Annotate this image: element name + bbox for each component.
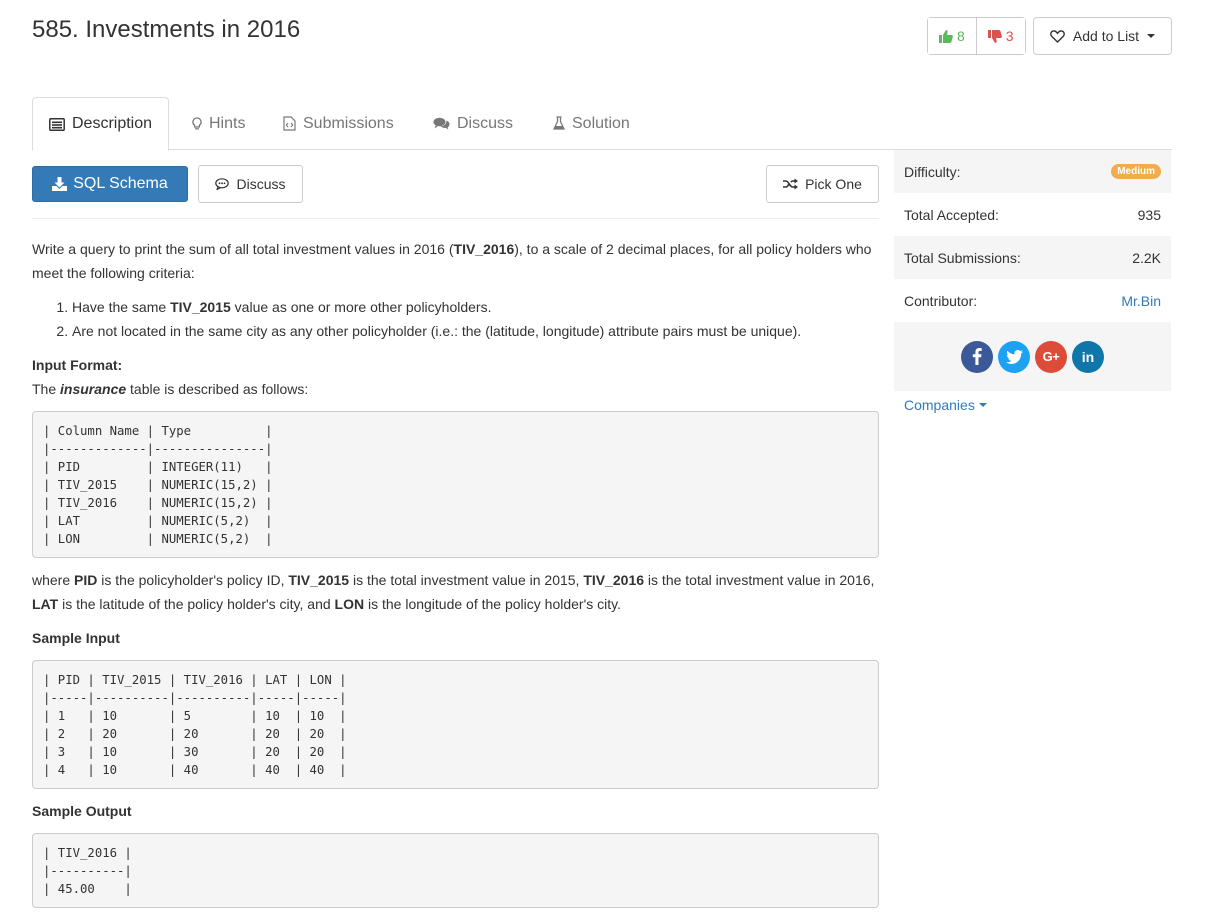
table-desc-text: table is described as follows:: [126, 381, 309, 397]
like-count: 8: [957, 28, 965, 44]
like-button[interactable]: 8: [928, 18, 976, 54]
dislike-button[interactable]: 3: [975, 18, 1025, 54]
tab-submissions[interactable]: Submissions: [283, 97, 394, 150]
table-desc-text: The: [32, 381, 61, 397]
problem-stats-sidebar: Difficulty: Medium Total Accepted: 935 T…: [894, 150, 1171, 391]
submissions-label: Total Submissions:: [904, 249, 1021, 266]
heading-text: Input Format:: [32, 357, 123, 373]
input-format-heading: Input Format:: [32, 353, 879, 377]
download-icon: [52, 177, 68, 191]
accepted-row: Total Accepted: 935: [894, 193, 1171, 236]
table-name: insurance: [60, 381, 127, 397]
discuss-button[interactable]: Discuss: [198, 165, 303, 203]
tab-description[interactable]: Description: [32, 97, 170, 151]
tab-label: Submissions: [303, 114, 394, 132]
where-text: is the longitude of the policy holder's …: [364, 596, 621, 612]
chevron-down-icon: [978, 403, 987, 407]
dislike-count: 3: [1005, 28, 1014, 44]
sql-schema-label: SQL Schema: [73, 175, 168, 192]
discuss-label: Discuss: [236, 176, 286, 192]
criteria-item: Are not located in the same city as any …: [72, 319, 879, 343]
heading-text: Sample Output: [32, 803, 132, 819]
difficulty-row: Difficulty: Medium: [894, 150, 1171, 193]
table-description: The insurance table is described as foll…: [32, 377, 879, 401]
shuffle-icon: [783, 178, 799, 190]
tab-solution[interactable]: Solution: [553, 97, 630, 150]
contributor-link[interactable]: Mr.Bin: [1121, 293, 1161, 309]
intro-highlight: TIV_2016: [453, 241, 515, 257]
criteria-text: value as one or more other policyholders…: [230, 299, 492, 315]
google-plus-glyph: G+: [1042, 349, 1060, 364]
tab-label: Discuss: [457, 114, 514, 132]
accepted-value: 935: [1137, 206, 1161, 223]
where-text: is the latitude of the policy holder's c…: [58, 596, 335, 612]
sample-input-heading: Sample Input: [32, 626, 879, 650]
where-text: is the total investment value in 2015,: [349, 572, 584, 588]
criteria-text: Are not located in the same city as any …: [72, 323, 802, 339]
pick-one-button[interactable]: Pick One: [766, 165, 879, 203]
where-text: where: [32, 572, 75, 588]
sql-schema-button[interactable]: SQL Schema: [32, 166, 188, 202]
tab-label: Description: [72, 115, 153, 132]
problem-description: Write a query to print the sum of all to…: [32, 237, 879, 908]
chevron-down-icon: [1147, 34, 1156, 38]
lightbulb-icon: [192, 116, 202, 129]
difficulty-badge: Medium: [1111, 164, 1161, 179]
heart-icon: [1049, 29, 1065, 43]
criteria-list: Have the same TIV_2015 value as one or m…: [32, 295, 879, 343]
tab-hints[interactable]: Hints: [192, 97, 245, 150]
pick-one-label: Pick One: [805, 176, 862, 192]
accepted-label: Total Accepted:: [904, 206, 999, 223]
submissions-value: 2.2K: [1132, 249, 1161, 266]
where-highlight: TIV_2015: [288, 572, 350, 588]
google-plus-icon[interactable]: G+: [1035, 340, 1067, 373]
where-text: is the policyholder's policy ID,: [97, 572, 289, 588]
add-to-list-label: Add to List: [1072, 28, 1140, 44]
description-icon: [49, 117, 65, 131]
twitter-icon[interactable]: [998, 340, 1030, 373]
add-to-list-button[interactable]: Add to List: [1033, 17, 1172, 55]
thumbs-down-icon: [987, 29, 1002, 43]
where-highlight: PID: [74, 572, 98, 588]
flask-icon: [553, 116, 565, 130]
sample-input-code-block: | PID | TIV_2015 | TIV_2016 | LAT | LON …: [32, 660, 879, 789]
schema-code-block: | Column Name | Type | |-------------|--…: [32, 411, 879, 558]
contributor-row: Contributor: Mr.Bin: [894, 279, 1171, 322]
page-title: 585. Investments in 2016: [32, 16, 301, 43]
intro-text: Write a query to print the sum of all to…: [32, 241, 454, 257]
linkedin-glyph: in: [1081, 348, 1095, 365]
sample-output-heading: Sample Output: [32, 799, 879, 823]
problem-tabs: Description Hints Submissions Discuss So…: [32, 97, 1172, 151]
tab-discuss[interactable]: Discuss: [433, 97, 513, 150]
where-text: is the total investment value in 2016,: [644, 572, 875, 588]
facebook-icon[interactable]: [961, 340, 993, 373]
difficulty-label: Difficulty:: [904, 163, 961, 180]
heading-text: Sample Input: [32, 630, 120, 646]
submissions-row: Total Submissions: 2.2K: [894, 236, 1171, 279]
comments-icon: [433, 117, 450, 130]
where-highlight: LON: [334, 596, 365, 612]
sample-output-code-block: | TIV_2016 | |----------| | 45.00 |: [32, 833, 879, 908]
where-paragraph: where PID is the policyholder's policy I…: [32, 568, 879, 616]
companies-label: Companies: [904, 397, 975, 413]
comment-icon: [215, 178, 230, 190]
tab-label: Hints: [209, 114, 246, 132]
tab-label: Solution: [572, 114, 630, 132]
code-file-icon: [283, 116, 296, 131]
criteria-highlight: TIV_2015: [170, 299, 231, 315]
social-share-bar: G+ in: [894, 322, 1171, 391]
linkedin-icon[interactable]: in: [1072, 340, 1104, 373]
where-highlight: TIV_2016: [583, 572, 645, 588]
contributor-label: Contributor:: [904, 292, 978, 309]
criteria-text: Have the same: [72, 299, 171, 315]
thumbs-up-icon: [939, 29, 953, 43]
companies-dropdown[interactable]: Companies: [904, 397, 987, 413]
vote-group: 8 3: [927, 17, 1026, 55]
intro-paragraph: Write a query to print the sum of all to…: [32, 237, 879, 285]
divider: [32, 218, 879, 219]
where-highlight: LAT: [32, 596, 59, 612]
criteria-item: Have the same TIV_2015 value as one or m…: [72, 295, 879, 319]
